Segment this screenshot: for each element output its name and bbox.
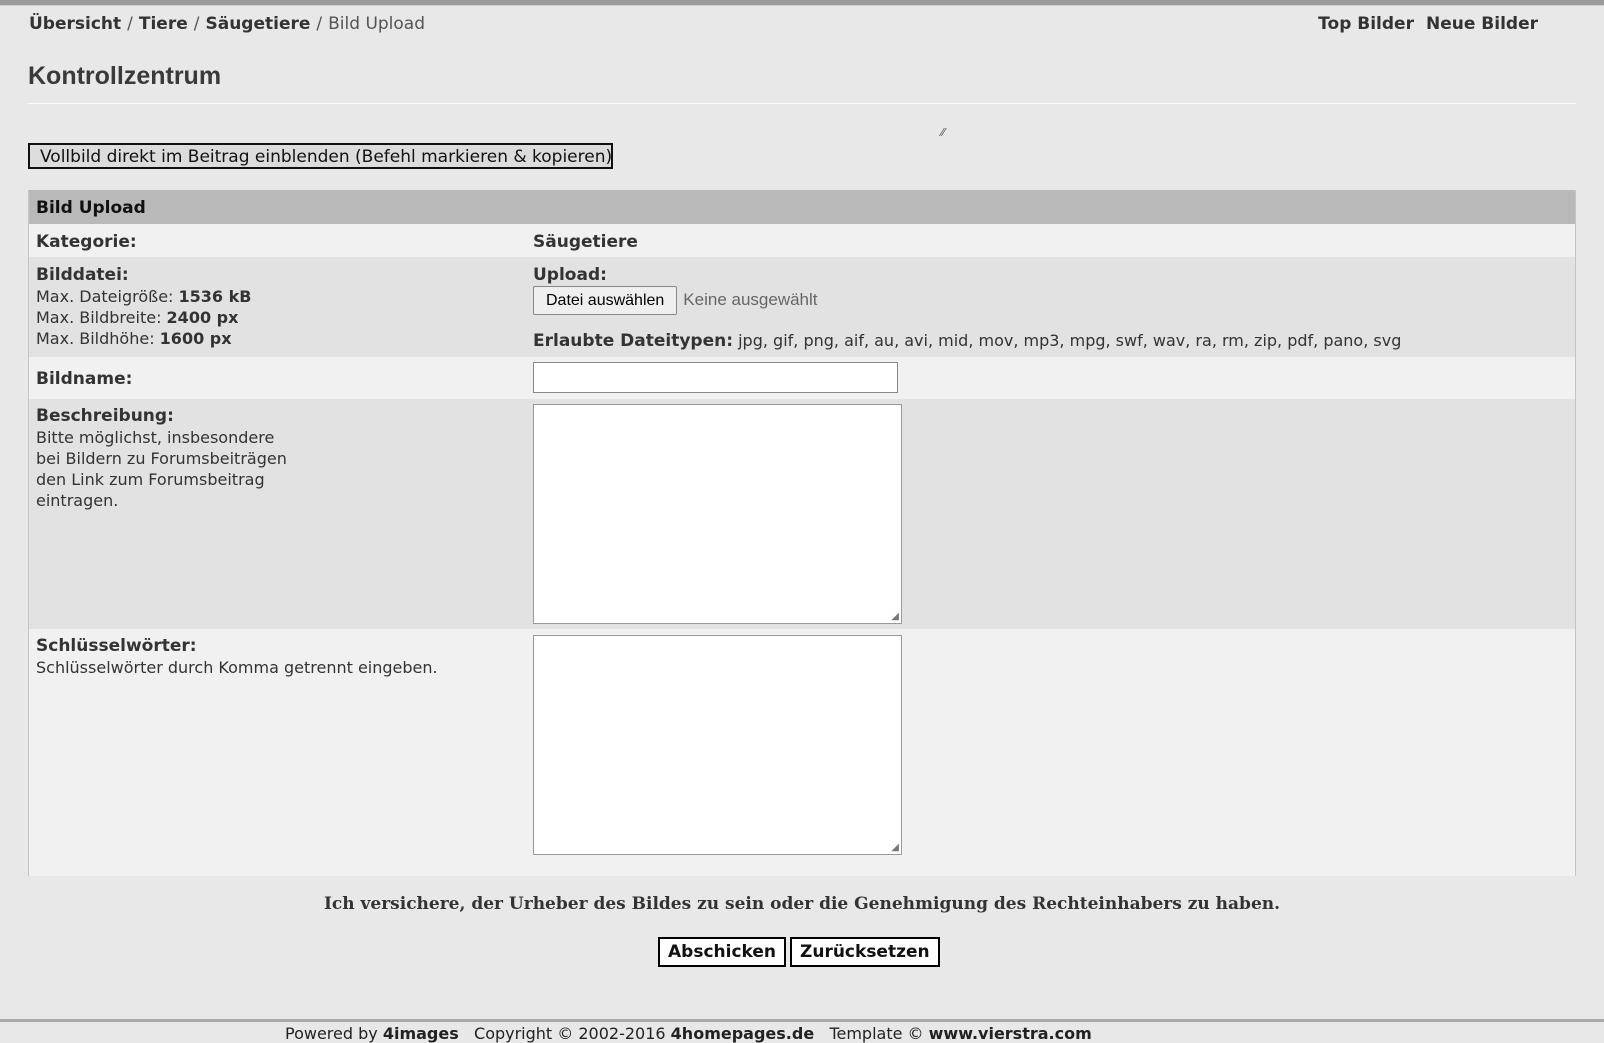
keywords-help: Schlüsselwörter durch Komma getrennt ein… [36,658,438,677]
category-label: Kategorie: [36,232,137,252]
footer-copyright: Copyright © 2002-2016 [474,1024,666,1043]
breadcrumb-separator: / [316,14,323,34]
resize-grip-icon[interactable]: ⁄⁄ [941,126,945,139]
image-name-input[interactable] [533,362,898,393]
description-info: Beschreibung: Bitte möglichst, insbesond… [36,406,526,511]
image-file-label: Bilddatei: [36,265,129,285]
max-size-value: 1536 kB [178,287,252,306]
image-file-info: Bilddatei: Max. Dateigröße: 1536 kB Max.… [36,265,526,349]
description-help-line: eintragen. [36,491,119,510]
max-height-label: Max. Bildhöhe: [36,329,155,348]
choose-file-button[interactable]: Datei auswählen [533,286,678,315]
upload-area: Upload: Datei auswählen Keine ausgewählt … [533,265,1401,352]
category-row: Kategorie: Säugetiere [29,224,1575,257]
breadcrumb-item-animals[interactable]: Tiere [139,14,188,34]
top-images-link[interactable]: Top Bilder [1318,14,1414,34]
footer-template: Template © [829,1024,924,1043]
breadcrumb-separator: / [193,14,200,34]
reset-button[interactable]: Zurücksetzen [790,937,940,967]
page-title: Kontrollzentrum [28,62,222,90]
footer: Powered by 4images Copyright © 2002-2016… [285,1024,1092,1043]
breadcrumb-item-overview[interactable]: Übersicht [29,14,121,34]
description-help-line: den Link zum Forumsbeitrag [36,470,265,489]
max-width-line: Max. Bildbreite: 2400 px [36,307,526,328]
keywords-label: Schlüsselwörter: [36,636,197,656]
copyright-assurance: Ich versichere, der Urheber des Bildes z… [323,894,1281,914]
allowed-types-value: jpg, gif, png, aif, au, avi, mid, mov, m… [738,331,1402,350]
max-size-label: Max. Dateigröße: [36,287,174,306]
category-value: Säugetiere [533,232,638,252]
max-width-label: Max. Bildbreite: [36,308,162,327]
description-help-line: Bitte möglichst, insbesondere [36,428,275,447]
max-size-line: Max. Dateigröße: 1536 kB [36,286,526,307]
keywords-info: Schlüsselwörter: Schlüsselwörter durch K… [36,636,526,678]
keywords-row: Schlüsselwörter: Schlüsselwörter durch K… [29,629,1575,876]
footer-company-link[interactable]: 4homepages.de [671,1024,815,1043]
breadcrumb-separator: / [127,14,133,34]
description-label: Beschreibung: [36,406,174,426]
new-images-link[interactable]: Neue Bilder [1426,14,1538,34]
fullscreen-embed-button[interactable]: Vollbild direkt im Beitrag einblenden (B… [28,143,613,169]
image-name-row: Bildname: [29,357,1575,399]
submit-button[interactable]: Abschicken [658,937,787,967]
breadcrumb-current: Bild Upload [328,14,426,34]
max-height-line: Max. Bildhöhe: 1600 px [36,328,526,349]
image-name-label: Bildname: [36,369,133,389]
footer-divider [0,1019,1604,1022]
file-picker: Datei auswählen Keine ausgewählt [533,286,1401,315]
breadcrumb: Übersicht / Tiere / Säugetiere / Bild Upload [29,14,425,34]
panel-title: Bild Upload [29,190,1575,224]
top-bar: Übersicht / Tiere / Säugetiere / Bild Upload T… [29,14,1538,36]
footer-template-link[interactable]: www.vierstra.com [929,1024,1092,1043]
form-buttons: Abschicken Zurücksetzen [658,937,944,967]
footer-engine-link[interactable]: 4images [383,1024,459,1043]
upload-panel: Bild Upload Kategorie: Säugetiere Bildda… [28,190,1576,876]
upload-label: Upload: [533,265,607,285]
image-file-row: Bilddatei: Max. Dateigröße: 1536 kB Max.… [29,257,1575,357]
breadcrumb-item-mammals[interactable]: Säugetiere [205,14,310,34]
title-divider [28,103,1576,104]
top-border [0,0,1604,6]
allowed-types-line: Erlaubte Dateitypen: jpg, gif, png, aif,… [533,330,1401,352]
description-row: Beschreibung: Bitte möglichst, insbesond… [29,399,1575,629]
footer-powered-by: Powered by [285,1024,378,1043]
file-status: Keine ausgewählt [683,290,818,309]
resize-grip-icon[interactable]: ◢ [891,611,899,622]
resize-grip-icon[interactable]: ◢ [891,842,899,853]
description-textarea[interactable]: ◢ [533,404,902,624]
description-help-line: bei Bildern zu Forumsbeiträgen [36,449,287,468]
max-width-value: 2400 px [166,308,239,327]
keywords-textarea[interactable]: ◢ [533,635,902,855]
allowed-types-label: Erlaubte Dateitypen: [533,331,734,351]
top-links: Top Bilder Neue Bilder [1306,14,1538,34]
max-height-value: 1600 px [159,329,232,348]
